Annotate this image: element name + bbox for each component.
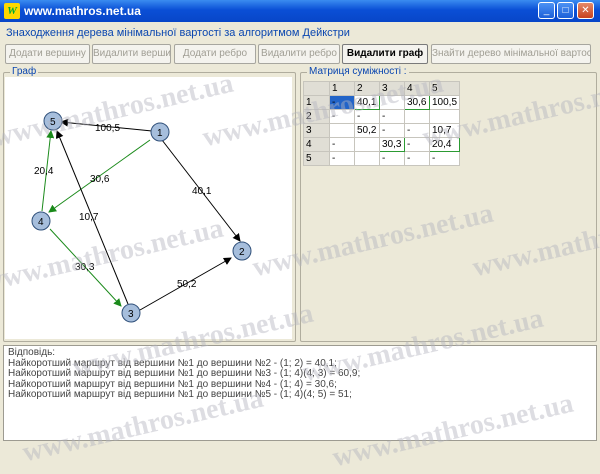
svg-text:3: 3 [128, 309, 134, 320]
matrix-header: 3 [379, 81, 405, 96]
answer-textbox[interactable]: Відповідь: Найкоротший маршрут від верши… [3, 345, 597, 441]
minimize-button[interactable]: _ [538, 2, 555, 19]
matrix-cell[interactable]: - [428, 151, 461, 166]
matrix-header: 1 [329, 81, 355, 96]
adjacency-matrix[interactable]: 1 2 3 4 5 1 - 40,1 30,6 100,5 2 - - - 3 … [303, 81, 461, 166]
matrix-cell[interactable] [379, 95, 405, 110]
matrix-cell[interactable]: 40,1 [354, 95, 380, 110]
matrix-row-header: 3 [303, 123, 330, 138]
title-bar: W www.mathros.net.ua _ □ ✕ [0, 0, 600, 22]
edge-label: 100,5 [95, 123, 120, 134]
matrix-cell[interactable] [404, 109, 430, 124]
delete-edge-button[interactable]: Видалити ребро [258, 44, 340, 64]
edge-label: 30,6 [90, 174, 110, 185]
edge-label: 20,4 [34, 166, 54, 177]
vertex-3[interactable]: 3 [121, 303, 141, 323]
matrix-cell[interactable]: - [379, 109, 405, 124]
matrix-cell[interactable]: - [379, 123, 405, 138]
matrix-cell[interactable]: 20,4 [428, 137, 461, 152]
matrix-cell[interactable]: - [404, 151, 430, 166]
matrix-row-header: 2 [303, 109, 330, 124]
edge-label: 50,2 [177, 279, 197, 290]
edge-label: 10,7 [79, 212, 99, 223]
matrix-cell[interactable]: - [329, 109, 355, 124]
find-min-tree-button[interactable]: Знайти дерево мінімальної вартості [431, 44, 591, 64]
matrix-panel-label: Матриця суміжності : [307, 66, 409, 77]
matrix-cell[interactable]: - [404, 137, 430, 152]
answer-line: Найкоротший маршрут від вершини №1 до ве… [8, 389, 352, 400]
matrix-cell[interactable] [428, 109, 461, 124]
graph-canvas[interactable]: 100,5 30,6 40,1 20,4 10,7 30,3 50,2 5 1 … [5, 77, 292, 339]
matrix-cell[interactable]: 100,5 [428, 95, 461, 110]
vertex-2[interactable]: 2 [232, 241, 252, 261]
matrix-cell[interactable]: 30,3 [379, 137, 405, 152]
delete-graph-button[interactable]: Видалити граф [342, 44, 428, 64]
matrix-header: 2 [354, 81, 380, 96]
matrix-header [303, 81, 330, 96]
matrix-cell[interactable]: 50,2 [354, 123, 380, 138]
vertex-1[interactable]: 1 [150, 122, 170, 142]
edge-label: 30,3 [75, 262, 95, 273]
close-button[interactable]: ✕ [577, 2, 594, 19]
matrix-row-header: 1 [303, 95, 330, 110]
app-subtitle: Знаходження дерева мінімальної вартості … [6, 27, 350, 39]
matrix-header: 5 [428, 81, 461, 96]
window-title: www.mathros.net.ua [24, 4, 141, 18]
svg-text:1: 1 [157, 128, 163, 139]
add-vertex-button[interactable]: Додати вершину [5, 44, 90, 64]
svg-text:4: 4 [38, 217, 44, 228]
matrix-cell[interactable] [354, 151, 380, 166]
svg-text:5: 5 [50, 117, 56, 128]
matrix-cell[interactable]: - [379, 151, 405, 166]
matrix-cell[interactable] [329, 123, 355, 138]
edge-label: 40,1 [192, 186, 212, 197]
answer-label: Відповідь: [8, 347, 56, 358]
matrix-cell[interactable]: 10,7 [428, 123, 461, 138]
matrix-cell[interactable]: - [404, 123, 430, 138]
add-edge-button[interactable]: Додати ребро [174, 44, 256, 64]
matrix-row-header: 5 [303, 151, 330, 166]
matrix-cell[interactable]: - [329, 151, 355, 166]
vertex-5[interactable]: 5 [43, 111, 63, 131]
graph-panel-label: Граф [10, 66, 39, 77]
matrix-row-header: 4 [303, 137, 330, 152]
vertex-4[interactable]: 4 [31, 211, 51, 231]
matrix-cell[interactable]: - [329, 95, 355, 110]
matrix-cell[interactable] [354, 137, 380, 152]
delete-vertex-button[interactable]: Видалити вершину [92, 44, 171, 64]
matrix-cell[interactable]: - [354, 109, 380, 124]
maximize-button[interactable]: □ [557, 2, 574, 19]
app-icon: W [4, 3, 20, 19]
matrix-cell[interactable]: - [329, 137, 355, 152]
answer-line: Найкоротший маршрут від вершини №1 до ве… [8, 368, 361, 379]
matrix-cell[interactable]: 30,6 [404, 95, 430, 110]
svg-text:2: 2 [239, 247, 245, 258]
matrix-header: 4 [404, 81, 430, 96]
